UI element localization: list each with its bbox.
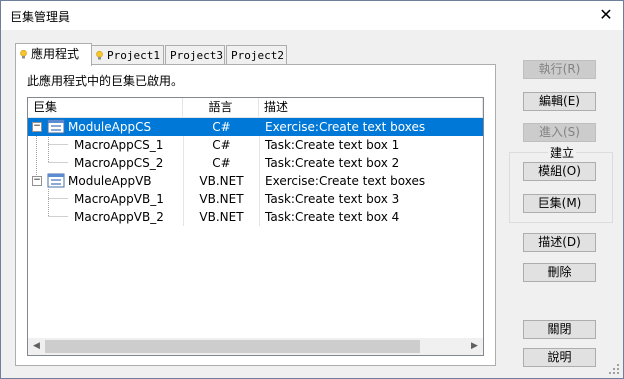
- run-button[interactable]: 執行(R): [523, 60, 596, 79]
- row-language: C#: [183, 136, 259, 154]
- row-name: ModuleAppCS: [68, 120, 152, 134]
- tab-project3[interactable]: Project3: [165, 45, 225, 64]
- create-module-button[interactable]: 模組(O): [523, 162, 596, 181]
- tab-project1[interactable]: Project1: [91, 45, 164, 64]
- row-name-cell: MacroAppVB_2: [28, 208, 183, 226]
- row-name: MacroAppCS_1: [74, 138, 164, 152]
- macro-manager-dialog: 巨集管理員 ✕ 應用程式 Project1 Project3 Project2 …: [0, 0, 624, 379]
- collapse-icon[interactable]: −: [32, 176, 42, 186]
- lightbulb-icon: [96, 51, 103, 60]
- row-name-cell: − ModuleAppVB: [28, 172, 183, 190]
- row-language: VB.NET: [183, 172, 259, 190]
- column-header-description[interactable]: 描述: [259, 98, 483, 117]
- row-name-cell: − ModuleAppCS: [28, 118, 183, 136]
- scroll-left-icon[interactable]: ◀: [28, 338, 45, 355]
- row-language: C#: [183, 118, 259, 136]
- close-icon[interactable]: ✕: [595, 4, 617, 26]
- close-button[interactable]: 關閉: [523, 320, 596, 339]
- module-icon: [47, 173, 65, 188]
- window-title: 巨集管理員: [10, 10, 71, 24]
- module-icon: [47, 119, 65, 134]
- collapse-icon[interactable]: −: [32, 122, 42, 132]
- list-header: 巨集 語言 描述: [28, 98, 483, 118]
- resize-grip-icon[interactable]: [608, 363, 620, 375]
- row-description: Task:Create text box 4: [259, 208, 483, 226]
- row-name-cell: MacroAppCS_1: [28, 136, 183, 154]
- tab-label: Project1: [107, 49, 160, 62]
- tab-application[interactable]: 應用程式: [15, 43, 92, 66]
- row-description: Task:Create text box 3: [259, 190, 483, 208]
- row-language: VB.NET: [183, 190, 259, 208]
- macro-list[interactable]: 巨集 語言 描述 − ModuleAppCS C# Exercise:Creat…: [27, 97, 484, 356]
- row-name: MacroAppVB_2: [74, 210, 164, 224]
- tab-label: Project2: [231, 49, 284, 62]
- row-name: MacroAppVB_1: [74, 192, 164, 206]
- list-row-macro[interactable]: MacroAppCS_2 C# Task:Create text box 2: [28, 154, 483, 172]
- row-name: ModuleAppVB: [68, 174, 152, 188]
- scroll-right-icon[interactable]: ▶: [466, 338, 483, 355]
- lightbulb-icon: [20, 50, 27, 59]
- horizontal-scrollbar[interactable]: ◀ ▶: [28, 338, 483, 355]
- list-row-module[interactable]: − ModuleAppCS C# Exercise:Create text bo…: [28, 118, 483, 136]
- scrollbar-thumb[interactable]: [45, 340, 420, 353]
- create-macro-button[interactable]: 巨集(M): [523, 194, 596, 213]
- description-button[interactable]: 描述(D): [523, 233, 596, 252]
- row-description: Task:Create text box 2: [259, 154, 483, 172]
- edit-button[interactable]: 編輯(E): [523, 92, 596, 111]
- row-name: MacroAppCS_2: [74, 156, 164, 170]
- row-name-cell: MacroAppVB_1: [28, 190, 183, 208]
- status-message: 此應用程式中的巨集已啟用。: [27, 74, 184, 88]
- list-row-module[interactable]: − ModuleAppVB VB.NET Exercise:Create tex…: [28, 172, 483, 190]
- create-group-label: 建立: [548, 144, 577, 161]
- title-bar: 巨集管理員 ✕: [1, 1, 623, 30]
- row-description: Exercise:Create text boxes: [259, 118, 483, 136]
- list-row-macro[interactable]: MacroAppVB_2 VB.NET Task:Create text box…: [28, 208, 483, 226]
- step-into-button[interactable]: 進入(S): [523, 123, 596, 142]
- tab-panel: 此應用程式中的巨集已啟用。 巨集 語言 描述 − ModuleAppCS C# …: [15, 64, 496, 366]
- row-language: VB.NET: [183, 208, 259, 226]
- help-button[interactable]: 說明: [523, 348, 596, 367]
- tab-project2[interactable]: Project2: [226, 45, 287, 64]
- tab-label: Project3: [170, 49, 223, 62]
- list-row-macro[interactable]: MacroAppVB_1 VB.NET Task:Create text box…: [28, 190, 483, 208]
- row-description: Exercise:Create text boxes: [259, 172, 483, 190]
- row-language: C#: [183, 154, 259, 172]
- delete-button[interactable]: 刪除: [523, 263, 596, 282]
- column-header-macro[interactable]: 巨集: [28, 98, 183, 117]
- row-description: Task:Create text box 1: [259, 136, 483, 154]
- column-header-language[interactable]: 語言: [183, 98, 259, 117]
- list-row-macro[interactable]: MacroAppCS_1 C# Task:Create text box 1: [28, 136, 483, 154]
- row-name-cell: MacroAppCS_2: [28, 154, 183, 172]
- tab-label: 應用程式: [31, 47, 80, 61]
